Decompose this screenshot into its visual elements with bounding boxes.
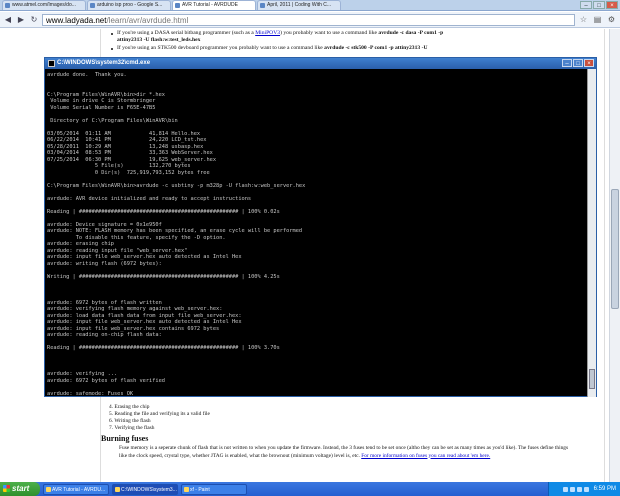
clock: 6:59 PM	[593, 486, 616, 492]
paint-icon	[184, 486, 189, 492]
scroll-thumb[interactable]	[611, 189, 619, 309]
browser-toolbar: ◀ ▶ ↻ www.ladyada.net/learn/avr/avrdude.…	[0, 12, 620, 28]
bullet-icon	[111, 33, 113, 35]
address-bar[interactable]: www.ladyada.net/learn/avr/avrdude.html	[42, 13, 575, 26]
instruction-dasa: If you're using a DASA serial bitbang pr…	[117, 30, 444, 43]
maximize-icon[interactable]: □	[573, 59, 583, 67]
cmd-window-controls: – □ ×	[562, 59, 594, 67]
cmd-window[interactable]: C:\WINDOWS\system32\cmd.exe – □ × avrdud…	[44, 57, 597, 397]
tray-icon[interactable]	[562, 486, 568, 492]
browser-tab-coding[interactable]: April, 2011 | Coding With C...	[257, 0, 341, 10]
page-favicon-icon	[5, 3, 10, 8]
close-icon[interactable]: ×	[606, 1, 618, 9]
scroll-thumb[interactable]	[589, 369, 595, 389]
taskbar: start AVR Tutorial - AVRDU... C:\WINDOWS…	[0, 482, 620, 496]
minimize-icon[interactable]: –	[562, 59, 572, 67]
close-icon[interactable]: ×	[584, 59, 594, 67]
console-icon	[115, 486, 120, 492]
page-menu-icon[interactable]: ▤	[592, 14, 603, 25]
volume-icon[interactable]	[576, 486, 582, 492]
start-button[interactable]: start	[0, 482, 40, 496]
tray-icon[interactable]	[569, 486, 575, 492]
tab-label: AVR Tutorial - AVRDUDE	[182, 2, 238, 8]
forward-arrow-icon[interactable]: ▶	[16, 15, 26, 25]
window-controls: – □ ×	[580, 1, 618, 9]
browser-tab-strip: www.atmel.com/Images/do... arduino isp p…	[0, 0, 620, 11]
instruction-stk500: If you're using an STK500 devboard progr…	[117, 45, 428, 51]
bullet-icon	[111, 48, 113, 50]
reload-icon[interactable]: ↻	[29, 15, 39, 25]
browser-icon	[46, 486, 51, 492]
tab-label: www.atmel.com/Images/do...	[12, 2, 76, 8]
page-favicon-icon	[260, 3, 265, 8]
url-path: /learn/avr/avrdude.html	[106, 15, 189, 25]
back-arrow-icon[interactable]: ◀	[3, 15, 13, 25]
url-host: www.ladyada.net	[46, 15, 107, 25]
browser-tab-avr-tutorial[interactable]: AVR Tutorial - AVRDUDE	[172, 0, 256, 10]
taskbar-item-paint[interactable]: xf - Paint	[181, 483, 247, 495]
console-scrollbar[interactable]	[587, 69, 596, 397]
console-text: avrdude done. Thank you. C:\Program File…	[47, 72, 586, 396]
system-tray: 6:59 PM	[548, 482, 620, 496]
maximize-icon[interactable]: □	[593, 1, 605, 9]
minipov3-link[interactable]: MiniPOV3	[255, 30, 280, 36]
tab-label: April, 2011 | Coding With C...	[267, 2, 332, 8]
console-icon	[48, 60, 55, 67]
list-item: 4. Erasing the chip	[109, 404, 150, 410]
page-favicon-icon	[90, 3, 95, 8]
cmd-title: C:\WINDOWS\system32\cmd.exe	[57, 60, 151, 66]
wrench-icon[interactable]: ⚙	[606, 14, 617, 25]
fuses-paragraph: Fuse memory is a seperate chunk of flash…	[119, 445, 569, 459]
page-scrollbar[interactable]	[609, 29, 620, 482]
browser-tab-atmel[interactable]: www.atmel.com/Images/do...	[2, 0, 86, 10]
bookmark-star-icon[interactable]: ☆	[578, 14, 589, 25]
taskbar-item-browser[interactable]: AVR Tutorial - AVRDU...	[43, 483, 109, 495]
tab-label: arduino isp proo - Google S...	[97, 2, 163, 8]
list-item: 5. Reading the file and verifying its a …	[109, 411, 210, 417]
page-favicon-icon	[175, 3, 180, 8]
taskbar-item-cmd[interactable]: C:\WINDOWS\system3...	[112, 483, 178, 495]
console-line: avrdude: safemode: Fuses OK	[47, 390, 134, 397]
minimize-icon[interactable]: –	[580, 1, 592, 9]
console-output[interactable]: avrdude done. Thank you. C:\Program File…	[47, 72, 586, 396]
list-item: 6. Writing the flash	[109, 418, 151, 424]
list-item: 7. Verifying the flash	[109, 425, 155, 431]
cmd-title-bar[interactable]: C:\WINDOWS\system32\cmd.exe	[45, 58, 596, 69]
section-heading: Burning fuses	[101, 434, 149, 443]
browser-tab-google[interactable]: arduino isp proo - Google S...	[87, 0, 171, 10]
network-icon[interactable]	[583, 486, 589, 492]
fuses-info-link[interactable]: For more information on fuses you can re…	[361, 453, 490, 459]
